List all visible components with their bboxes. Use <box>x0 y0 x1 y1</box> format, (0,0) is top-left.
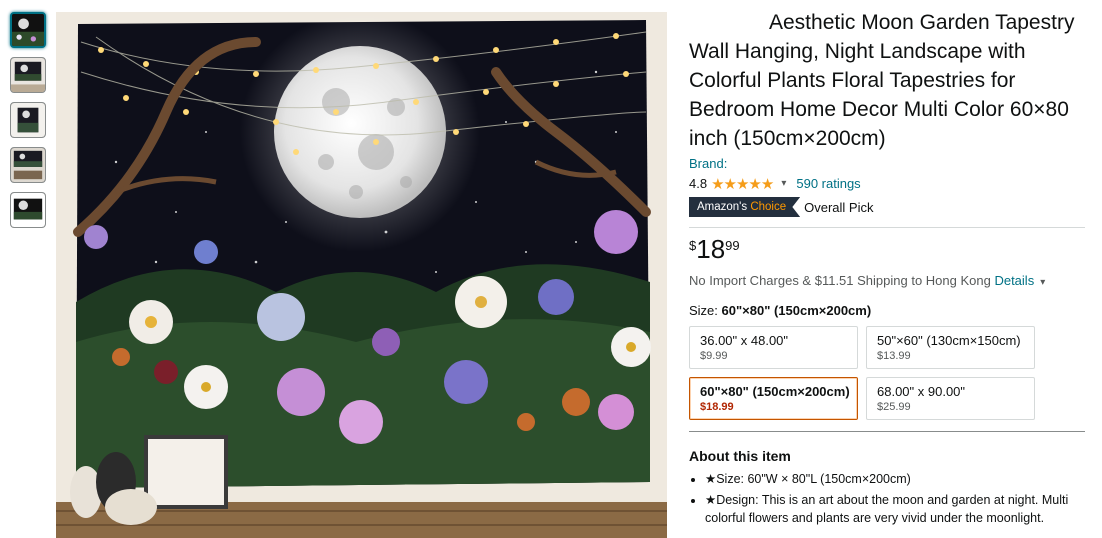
price-whole: 18 <box>696 234 726 264</box>
about-bullet: ★Design: This is an art about the moon a… <box>705 491 1085 527</box>
overall-pick-label: Overall Pick <box>804 199 874 215</box>
thumbnail-5[interactable] <box>10 192 46 228</box>
shipping-details-link[interactable]: Details <box>994 273 1034 288</box>
chevron-down-icon[interactable]: ▾ <box>781 178 786 189</box>
brand-link[interactable]: Brand: <box>689 156 1089 171</box>
thumbnail-2[interactable] <box>10 57 46 93</box>
main-product-image[interactable] <box>56 12 667 538</box>
size-option[interactable]: 36.00" x 48.00" $9.99 <box>689 326 858 369</box>
price: $ 18 99 <box>689 234 1089 264</box>
chevron-down-icon[interactable]: ▾ <box>1040 277 1045 288</box>
star-rating[interactable]: ★★★★★ <box>711 175 774 193</box>
about-bullet: ★Size: 60"W × 80"L (150cm×200cm) <box>705 470 1085 488</box>
thumbnail-list <box>10 12 50 237</box>
price-symbol: $ <box>689 238 697 253</box>
divider <box>689 431 1085 432</box>
thumbnail-4[interactable] <box>10 147 46 183</box>
product-info: Aesthetic Moon Garden Tapestry Wall Hang… <box>689 8 1089 530</box>
divider <box>689 227 1085 228</box>
size-option-selected[interactable]: 60"×80" (150cm×200cm) $18.99 <box>689 377 858 420</box>
price-fraction: 99 <box>725 238 740 253</box>
product-title: Aesthetic Moon Garden Tapestry Wall Hang… <box>689 11 1075 150</box>
thumbnail-3[interactable] <box>10 102 46 138</box>
size-label: Size: 60"×80" (150cm×200cm) <box>689 303 872 318</box>
rating-value: 4.8 <box>689 176 708 191</box>
size-selected: 60"×80" (150cm×200cm) <box>721 303 872 318</box>
thumbnail-1[interactable] <box>10 12 46 48</box>
rating-row: 4.8 ★★★★★ ▾ 590 ratings <box>689 174 1089 193</box>
size-options: 36.00" x 48.00" $9.99 50"×60" (130cm×150… <box>689 326 1089 420</box>
size-option[interactable]: 68.00" x 90.00" $25.99 <box>866 377 1035 420</box>
amazons-choice-row: Amazon's Choice Overall Pick <box>689 197 1089 217</box>
amazons-choice-badge[interactable]: Amazon's Choice <box>689 197 801 217</box>
shipping-info: No Import Charges & $11.51 Shipping to H… <box>689 273 1046 288</box>
ratings-count-link[interactable]: 590 ratings <box>796 176 860 191</box>
about-heading: About this item <box>689 448 791 464</box>
size-option[interactable]: 50"×60" (130cm×150cm) $13.99 <box>866 326 1035 369</box>
about-bullets: ★Size: 60"W × 80"L (150cm×200cm) ★Design… <box>689 470 1085 527</box>
